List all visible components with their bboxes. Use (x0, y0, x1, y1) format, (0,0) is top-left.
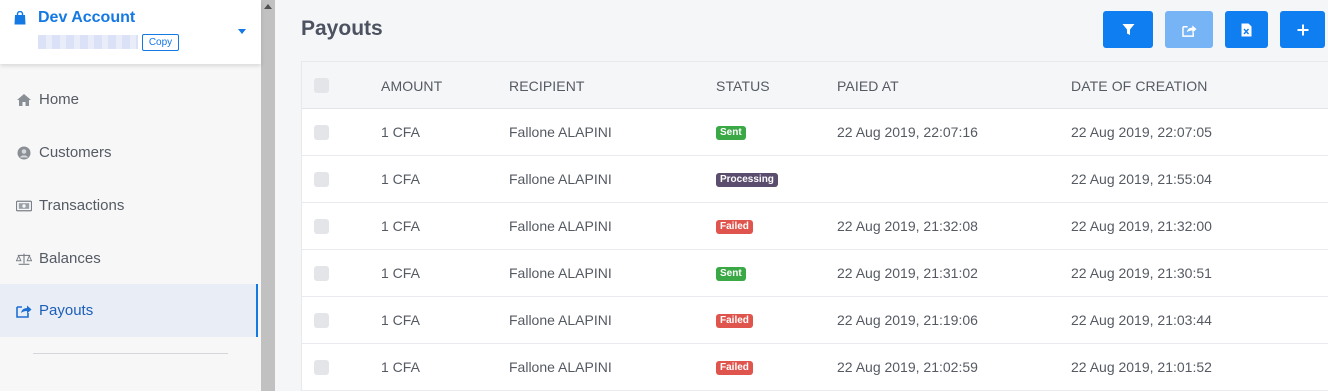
balance-scale-icon (16, 251, 32, 267)
payouts-table: AMOUNT RECIPIENT STATUS PAIED AT DATE OF… (301, 61, 1328, 391)
sidebar-item-customers[interactable]: Customers (0, 126, 258, 179)
amount-cell: 1 CFA (381, 359, 420, 375)
column-header-status[interactable]: STATUS (716, 78, 770, 94)
status-badge: Sent (716, 267, 746, 281)
paid-at-cell: 22 Aug 2019, 21:02:59 (837, 359, 978, 375)
sidebar-item-label: Home (39, 91, 80, 108)
status-badge: Failed (716, 220, 753, 234)
column-header-recipient[interactable]: RECIPIENT (509, 78, 585, 94)
account-id-redacted (38, 35, 138, 49)
filter-button[interactable] (1103, 11, 1153, 48)
excel-file-icon (1241, 23, 1252, 36)
amount-cell: 1 CFA (381, 171, 420, 187)
date-of-creation-cell: 22 Aug 2019, 21:01:52 (1071, 359, 1212, 375)
table-header: AMOUNT RECIPIENT STATUS PAIED AT DATE OF… (302, 62, 1328, 109)
sidebar-item-payouts[interactable]: Payouts (0, 284, 258, 337)
date-of-creation-cell: 22 Aug 2019, 21:55:04 (1071, 171, 1212, 187)
sidebar-item-label: Balances (39, 250, 101, 267)
status-badge: Sent (716, 126, 746, 140)
account-name: Dev Account (38, 9, 136, 26)
row-checkbox[interactable] (314, 172, 329, 187)
sidebar-item-label: Customers (39, 144, 112, 161)
date-of-creation-cell: 22 Aug 2019, 22:07:05 (1071, 124, 1212, 140)
row-checkbox[interactable] (314, 313, 329, 328)
user-circle-icon (16, 145, 32, 161)
row-checkbox[interactable] (314, 360, 329, 375)
filter-icon (1122, 24, 1134, 35)
status-badge: Failed (716, 314, 753, 328)
chevron-down-icon[interactable] (238, 29, 246, 34)
export-button[interactable] (1165, 11, 1213, 48)
amount-cell: 1 CFA (381, 265, 420, 281)
scrollbar[interactable] (261, 0, 275, 391)
recipient-cell: Fallone ALAPINI (509, 218, 612, 234)
date-of-creation-cell: 22 Aug 2019, 21:30:51 (1071, 265, 1212, 281)
recipient-cell: Fallone ALAPINI (509, 359, 612, 375)
column-header-date-of-creation[interactable]: DATE OF CREATION (1071, 78, 1207, 94)
sidebar-item-label: Transactions (39, 197, 125, 214)
select-all-checkbox[interactable] (314, 78, 329, 93)
amount-cell: 1 CFA (381, 124, 420, 140)
shopping-bag-icon (14, 11, 26, 25)
row-checkbox[interactable] (314, 125, 329, 140)
column-header-amount[interactable]: AMOUNT (381, 78, 442, 94)
sidebar-item-home[interactable]: Home (0, 73, 258, 126)
sidebar-item-transactions[interactable]: Transactions (0, 179, 258, 232)
add-payout-button[interactable] (1280, 11, 1325, 48)
active-indicator (256, 284, 258, 337)
export-share-icon (1181, 24, 1196, 37)
table-row[interactable]: 1 CFA Fallone ALAPINI 22 Aug 2019, 21:19:0… (302, 297, 1328, 344)
sidebar: Dev Account Copy Home Customers Transact… (0, 0, 261, 391)
amount-cell: 1 CFA (381, 218, 420, 234)
copy-button[interactable]: Copy (142, 34, 179, 51)
page-title: Payouts (301, 17, 383, 40)
recipient-cell: Fallone ALAPINI (509, 265, 612, 281)
table-row[interactable]: 1 CFA Fallone ALAPINI 22 Aug 2019, 22:07:1… (302, 109, 1328, 156)
table-row[interactable]: 1 CFA Fallone ALAPINI 22 Aug 2019, 21:32:0… (302, 203, 1328, 250)
amount-cell: 1 CFA (381, 312, 420, 328)
sidebar-item-balances[interactable]: Balances (0, 232, 258, 285)
status-badge: Processing (716, 173, 778, 187)
home-icon (16, 92, 32, 108)
table-row[interactable]: 1 CFA Fallone ALAPINI 22 Aug 2019, 21:55:0… (302, 156, 1328, 203)
recipient-cell: Fallone ALAPINI (509, 312, 612, 328)
excel-export-button[interactable] (1225, 11, 1268, 48)
paid-at-cell: 22 Aug 2019, 21:19:06 (837, 312, 978, 328)
recipient-cell: Fallone ALAPINI (509, 171, 612, 187)
account-switcher[interactable]: Dev Account Copy (0, 0, 261, 64)
money-bill-icon (16, 198, 32, 214)
row-checkbox[interactable] (314, 219, 329, 234)
date-of-creation-cell: 22 Aug 2019, 21:03:44 (1071, 312, 1212, 328)
recipient-cell: Fallone ALAPINI (509, 124, 612, 140)
date-of-creation-cell: 22 Aug 2019, 21:32:00 (1071, 218, 1212, 234)
table-row[interactable]: 1 CFA Fallone ALAPINI 22 Aug 2019, 21:02:5… (302, 344, 1328, 391)
column-header-paid-at[interactable]: PAIED AT (837, 78, 899, 94)
share-square-icon (16, 303, 32, 319)
divider (33, 353, 228, 354)
scroll-up-arrow-icon[interactable] (264, 4, 272, 9)
table-row[interactable]: 1 CFA Fallone ALAPINI 22 Aug 2019, 21:31:0… (302, 250, 1328, 297)
paid-at-cell: 22 Aug 2019, 21:31:02 (837, 265, 978, 281)
sidebar-item-label: Payouts (39, 302, 94, 319)
paid-at-cell: 22 Aug 2019, 22:07:16 (837, 124, 978, 140)
status-badge: Failed (716, 361, 753, 375)
row-checkbox[interactable] (314, 266, 329, 281)
plus-icon (1297, 24, 1308, 35)
paid-at-cell: 22 Aug 2019, 21:32:08 (837, 218, 978, 234)
